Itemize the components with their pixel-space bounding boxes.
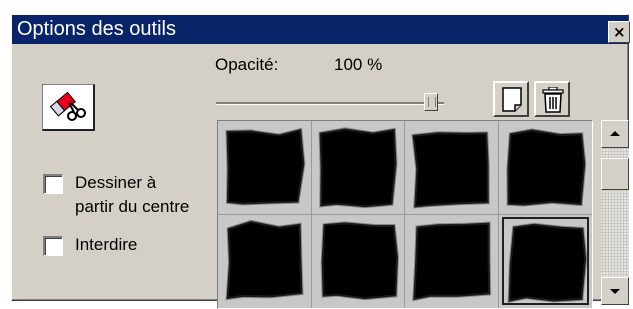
close-button[interactable]: × <box>608 21 630 43</box>
brush-preset-icon <box>507 222 588 304</box>
brush-preset-icon <box>506 128 587 207</box>
close-icon: × <box>613 23 626 41</box>
brush-preset-8[interactable] <box>502 217 589 305</box>
brush-preset-icon <box>225 219 304 301</box>
brush-scrollbar[interactable] <box>601 120 629 305</box>
brush-preset-icon <box>320 221 400 301</box>
arrow-up-icon <box>610 131 620 136</box>
opacity-slider-thumb[interactable] <box>424 93 438 111</box>
new-page-icon <box>502 87 522 112</box>
arrow-down-icon <box>610 289 620 294</box>
title-bar[interactable]: Options des outils <box>12 15 628 44</box>
scroll-thumb[interactable] <box>601 158 629 190</box>
brush-preset-2[interactable] <box>315 124 402 212</box>
forbid-label: Interdire <box>75 235 138 254</box>
brush-preset-grid <box>217 120 593 309</box>
tool-options-window: Options des outils × Opacité: 100 % Dess… <box>11 14 630 309</box>
opacity-label: Opacité: <box>215 55 279 74</box>
opacity-slider-track[interactable] <box>216 102 444 105</box>
brush-preset-5[interactable] <box>221 217 308 305</box>
forbid-checkbox[interactable] <box>43 236 63 256</box>
tool-icon-button[interactable] <box>42 84 95 131</box>
brush-preset-4[interactable] <box>502 124 589 212</box>
brush-preset-3[interactable] <box>408 124 495 212</box>
window-title: Options des outils <box>17 18 176 40</box>
brush-preset-6[interactable] <box>315 217 402 305</box>
brush-preset-icon <box>411 131 490 209</box>
new-brush-button[interactable] <box>493 81 529 117</box>
scroll-up-button[interactable] <box>601 120 629 148</box>
eraser-scissors-icon <box>49 91 86 121</box>
brush-preset-7[interactable] <box>408 217 495 305</box>
delete-brush-button[interactable] <box>534 81 570 117</box>
opacity-value: 100 % <box>334 55 383 74</box>
grid-divider <box>218 214 592 215</box>
trash-icon <box>542 87 564 113</box>
scroll-down-button[interactable] <box>601 277 629 305</box>
brush-preset-icon <box>412 221 492 302</box>
draw-from-center-label-line1: Dessiner à <box>75 173 157 192</box>
brush-preset-icon <box>225 127 306 206</box>
brush-preset-icon <box>318 127 398 209</box>
draw-from-center-checkbox[interactable] <box>43 174 63 194</box>
brush-preset-1[interactable] <box>221 124 308 212</box>
draw-from-center-label-line2: partir du centre <box>75 197 190 216</box>
